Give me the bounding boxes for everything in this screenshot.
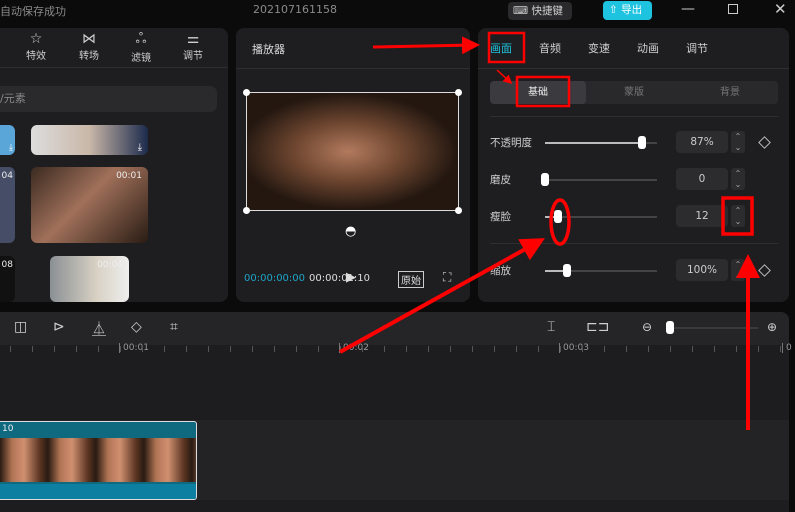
annotation-arrow [372, 36, 480, 55]
annotation-box [515, 75, 571, 108]
annotation-box [721, 196, 754, 236]
annotation-ellipse [549, 198, 571, 246]
annotation-arrow [339, 238, 545, 354]
annotation-arrow [496, 69, 513, 85]
annotation-box [487, 31, 526, 64]
annotation-overlay [339, 31, 760, 430]
